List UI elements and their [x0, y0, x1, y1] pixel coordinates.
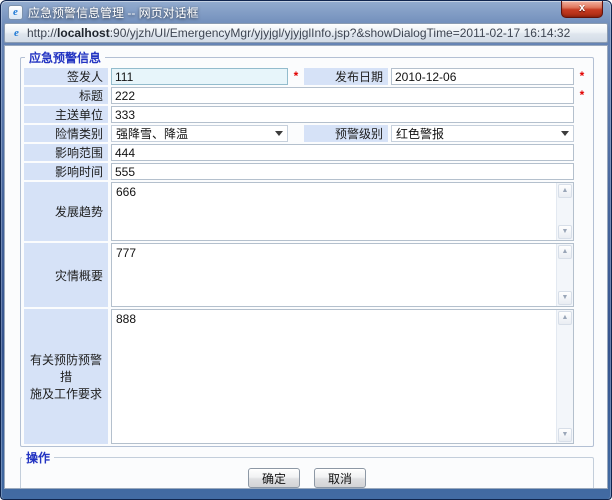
row-issuer-date: 签发人 * 发布日期 * [24, 68, 590, 85]
row-title: 标题 * [24, 87, 590, 104]
address-bar: e http://localhost:90/yjzh/UI/EmergencyM… [4, 23, 608, 43]
measures-scrollbar[interactable]: ▲ ▼ [556, 310, 573, 443]
recipient-label: 主送单位 [24, 106, 108, 123]
measures-textarea-frame: 888 ▲ ▼ [111, 309, 574, 444]
actions-section: 操作 确定 取消 [20, 449, 594, 489]
scroll-down-icon[interactable]: ▼ [558, 291, 572, 305]
row-scope: 影响范围 [24, 144, 590, 161]
summary-field-cell: 777 ▲ ▼ [108, 243, 590, 307]
publish-date-field-cell: * [388, 68, 590, 85]
issuer-required-marker: * [288, 68, 304, 85]
warning-level-label: 预警级别 [304, 125, 388, 142]
chevron-down-icon [561, 131, 569, 136]
scroll-down-icon[interactable]: ▼ [558, 428, 572, 442]
url-host: localhost [57, 26, 110, 40]
scope-input[interactable] [111, 144, 574, 161]
window-title: 应急预警信息管理 -- 网页对话框 [28, 4, 199, 21]
measures-label-line1: 有关预防预警措 [26, 351, 106, 385]
summary-textarea-frame: 777 ▲ ▼ [111, 243, 574, 307]
row-time: 影响时间 [24, 163, 590, 180]
issuer-field-cell: * [108, 68, 304, 85]
time-field-cell [108, 163, 590, 180]
danger-type-select[interactable]: 强降雪、降温 [111, 125, 288, 142]
measures-label: 有关预防预警措 施及工作要求 [24, 309, 108, 444]
warning-level-field-cell: 红色警报 [388, 125, 590, 142]
row-trend: 发展趋势 666 ▲ ▼ [24, 182, 590, 241]
trend-label: 发展趋势 [24, 182, 108, 241]
trend-textarea[interactable]: 666 [112, 183, 556, 240]
title-required-marker: * [574, 87, 590, 104]
close-button[interactable]: x [561, 1, 603, 18]
cancel-button[interactable]: 取消 [314, 468, 366, 488]
scope-label: 影响范围 [24, 144, 108, 161]
time-label: 影响时间 [24, 163, 108, 180]
time-input[interactable] [111, 163, 574, 180]
page-url: http://localhost:90/yjzh/UI/EmergencyMgr… [27, 26, 570, 40]
actions-title: 操作 [22, 449, 54, 466]
warning-level-select[interactable]: 红色警报 [391, 125, 574, 142]
url-protocol: http:// [27, 26, 57, 40]
trend-scrollbar[interactable]: ▲ ▼ [556, 183, 573, 240]
scroll-up-icon[interactable]: ▲ [558, 311, 572, 325]
trend-field-cell: 666 ▲ ▼ [108, 182, 590, 241]
ie-window-icon: e [8, 5, 23, 20]
summary-scrollbar[interactable]: ▲ ▼ [556, 244, 573, 306]
recipient-input[interactable] [111, 106, 574, 123]
scroll-up-icon[interactable]: ▲ [558, 245, 572, 259]
issuer-input[interactable] [111, 68, 288, 85]
publish-date-label: 发布日期 [304, 68, 388, 85]
title-input[interactable] [111, 87, 574, 104]
trend-textarea-frame: 666 ▲ ▼ [111, 182, 574, 241]
summary-textarea[interactable]: 777 [112, 244, 556, 306]
title-field-cell: * [108, 87, 590, 104]
title-bar[interactable]: e 应急预警信息管理 -- 网页对话框 [1, 1, 611, 23]
publish-date-required-marker: * [574, 68, 590, 85]
summary-label: 灾情概要 [24, 243, 108, 307]
row-measures: 有关预防预警措 施及工作要求 888 ▲ ▼ [24, 309, 590, 444]
danger-type-label: 险情类别 [24, 125, 108, 142]
row-summary: 灾情概要 777 ▲ ▼ [24, 243, 590, 307]
warning-info-section: 应急预警信息 签发人 * 发布日期 * 标题 * [20, 49, 594, 447]
row-dropdowns: 险情类别 强降雪、降温 预警级别 红色警报 [24, 125, 590, 142]
measures-textarea[interactable]: 888 [112, 310, 556, 443]
section-title: 应急预警信息 [25, 49, 105, 66]
measures-label-line2: 施及工作要求 [30, 385, 102, 402]
button-row: 确定 取消 [21, 467, 593, 488]
danger-type-field-cell: 强降雪、降温 [108, 125, 304, 142]
chevron-down-icon [275, 131, 283, 136]
danger-type-value: 强降雪、降温 [116, 125, 188, 142]
title-label: 标题 [24, 87, 108, 104]
dialog-page: 应急预警信息 签发人 * 发布日期 * 标题 * [4, 45, 608, 489]
issuer-label: 签发人 [24, 68, 108, 85]
row-recipient: 主送单位 [24, 106, 590, 123]
scope-field-cell [108, 144, 590, 161]
scroll-up-icon[interactable]: ▲ [558, 184, 572, 198]
dialog-window: e 应急预警信息管理 -- 网页对话框 x e http://localhost… [0, 0, 612, 500]
url-path: :90/yjzh/UI/EmergencyMgr/yjyjgl/yjyjglIn… [110, 26, 571, 40]
scroll-down-icon[interactable]: ▼ [558, 225, 572, 239]
recipient-field-cell [108, 106, 590, 123]
ie-page-icon: e [10, 27, 23, 40]
ok-button[interactable]: 确定 [248, 468, 300, 488]
measures-field-cell: 888 ▲ ▼ [108, 309, 590, 444]
warning-level-value: 红色警报 [396, 125, 444, 142]
publish-date-input[interactable] [391, 68, 574, 85]
